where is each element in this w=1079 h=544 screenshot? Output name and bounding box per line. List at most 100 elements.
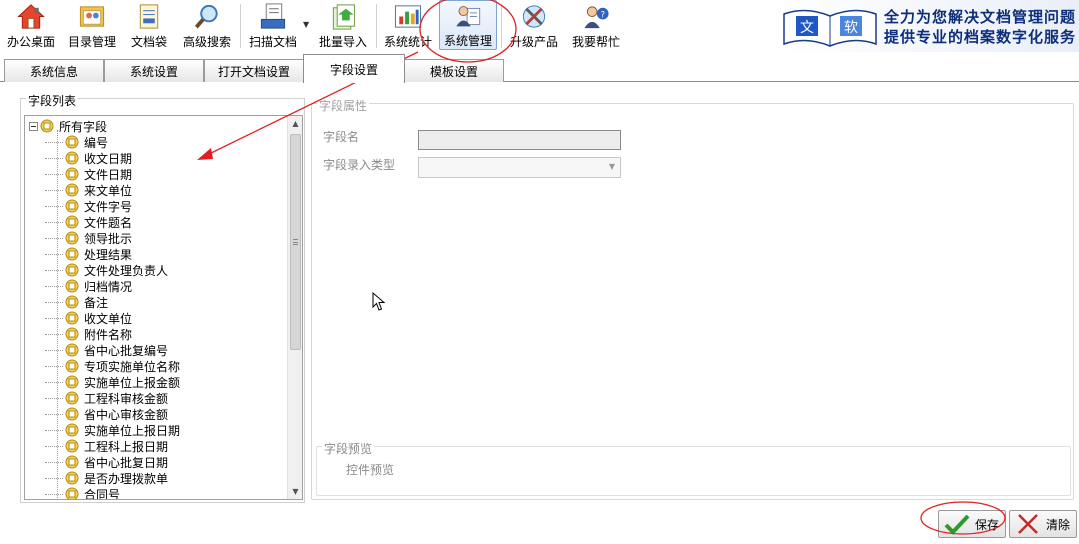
tree-item[interactable]: 省中心批复编号	[45, 342, 168, 358]
tree-item[interactable]: 专项实施单位名称	[45, 358, 180, 374]
tree-connector	[45, 205, 63, 207]
scrollbar-grip-icon	[293, 239, 298, 245]
field-tree[interactable]: 所有字段 编号 收文日期 文件日期 来文单位 文件字号 文件题名 领导批示 处理结果 文件处理负…	[24, 115, 303, 500]
settings-tab-bar: 系统信息 系统设置 打开文档设置 字段设置 模板设置	[0, 53, 1079, 83]
field-properties-group: 字段属性 字段名 字段录入类型 ▼ 字段预览 控件预览	[311, 97, 1074, 500]
tree-item[interactable]: 来文单位	[45, 182, 132, 198]
field-name-input[interactable]	[418, 130, 621, 150]
clear-button[interactable]: 清除	[1009, 510, 1077, 538]
tab-system-settings[interactable]: 系统设置	[104, 59, 204, 82]
tree-item[interactable]: 文件题名	[45, 214, 132, 230]
upgrade-tools-icon	[522, 5, 546, 28]
field-node-icon	[65, 135, 79, 149]
tree-item[interactable]: 文件字号	[45, 198, 132, 214]
tree-root-node[interactable]: 所有字段	[29, 118, 107, 134]
tree-item[interactable]: 实施单位上报日期	[45, 422, 180, 438]
toolbar-button-upgrade-product[interactable]: 升级产品	[505, 0, 563, 50]
field-node-icon	[65, 423, 79, 437]
chevron-down-icon: ▼	[608, 162, 615, 171]
tree-item[interactable]: 省中心审核金额	[45, 406, 168, 422]
field-node-icon	[65, 295, 79, 309]
toolbar-button-catalog[interactable]: 目录管理	[63, 0, 121, 50]
tree-item[interactable]: 编号	[45, 134, 108, 150]
tree-item[interactable]: 备注	[45, 294, 108, 310]
field-node-icon	[65, 375, 79, 389]
tree-item[interactable]: 收文日期	[45, 150, 132, 166]
tree-item[interactable]: 合同号	[45, 486, 120, 499]
tree-item-label: 编号	[84, 135, 109, 150]
tree-item[interactable]: 实施单位上报金额	[45, 374, 180, 390]
tree-connector	[45, 221, 63, 223]
toolbar-label: 系统管理	[443, 34, 492, 48]
tree-item[interactable]: 是否办理拨款单	[45, 470, 168, 486]
toolbar-button-system-statistics[interactable]: 系统统计	[381, 0, 435, 50]
toolbar-button-advanced-search[interactable]: 高级搜索	[178, 0, 236, 50]
toolbar-button-batch-import[interactable]: 批量导入	[314, 0, 372, 50]
field-name-label: 字段名	[323, 130, 360, 144]
toolbar-button-scan-document[interactable]: 扫描文档	[244, 0, 302, 50]
tree-item[interactable]: 领导批示	[45, 230, 132, 246]
tree-connector	[45, 173, 63, 175]
tree-connector	[45, 397, 63, 399]
field-node-icon	[65, 247, 79, 261]
tree-item[interactable]: 省中心批复日期	[45, 454, 168, 470]
promo-banner: 文 软 全力为您解决文档管理问题 提供专业的档案数字化服务	[780, 0, 1079, 52]
toolbar-label: 扫描文档	[248, 35, 297, 49]
help-user-icon: ?	[584, 6, 609, 29]
field-node-icon	[65, 231, 79, 245]
clear-button-label: 清除	[1046, 517, 1071, 532]
catalog-icon	[79, 6, 105, 27]
tree-root-label: 所有字段	[59, 119, 108, 134]
toolbar-button-help[interactable]: ? 我要帮忙	[567, 0, 625, 50]
tree-item[interactable]: 附件名称	[45, 326, 132, 342]
field-node-icon	[65, 263, 79, 277]
tree-item[interactable]: 文件处理负责人	[45, 262, 168, 278]
save-button-label: 保存	[975, 517, 1000, 532]
tree-item-label: 附件名称	[84, 327, 133, 342]
tree-item-label: 来文单位	[84, 183, 133, 198]
checkmark-icon	[944, 514, 970, 535]
scan-dropdown-arrow-icon[interactable]: ▼	[303, 20, 309, 29]
tree-connector	[45, 461, 63, 463]
toolbar-button-document-bag[interactable]: 文档袋	[124, 0, 174, 50]
tree-connector	[45, 301, 63, 303]
tree-item[interactable]: 处理结果	[45, 246, 132, 262]
toolbar-button-system-management[interactable]: 系统管理	[439, 0, 497, 50]
scroll-down-arrow-icon[interactable]: ▼	[288, 484, 302, 499]
save-button[interactable]: 保存	[938, 510, 1006, 538]
mouse-pointer-icon	[372, 292, 386, 311]
field-list-group: 字段列表 所有字段 编号 收文日期 文件日期 来文单位 文件字号 文件题名 领导批示 处理结果…	[20, 92, 305, 503]
tab-field-settings[interactable]: 字段设置	[303, 54, 405, 83]
collapse-icon[interactable]	[29, 121, 38, 131]
scrollbar-thumb[interactable]	[290, 134, 301, 350]
tree-item[interactable]: 工程科上报日期	[45, 438, 168, 454]
tree-connector	[45, 189, 63, 191]
tree-connector	[45, 269, 63, 271]
field-node-icon	[65, 167, 79, 181]
tree-connector	[45, 333, 63, 335]
tree-connector	[45, 365, 63, 367]
field-node-icon	[40, 119, 54, 133]
bar-chart-icon	[394, 5, 422, 28]
tree-item[interactable]: 归档情况	[45, 278, 132, 294]
tab-open-document-settings[interactable]: 打开文档设置	[204, 59, 304, 82]
open-book-logo-icon: 文 软	[783, 9, 877, 47]
tree-item-label: 专项实施单位名称	[84, 359, 181, 374]
toolbar-button-office-desk[interactable]: 办公桌面	[2, 0, 60, 50]
field-preview-group: 字段预览 控件预览	[316, 440, 1071, 496]
tree-item[interactable]: 工程科审核金额	[45, 390, 168, 406]
tab-template-settings[interactable]: 模板设置	[404, 59, 504, 82]
tree-connector	[45, 445, 63, 447]
input-type-select[interactable]: ▼	[418, 157, 621, 178]
input-type-label: 字段录入类型	[323, 158, 396, 172]
tree-item[interactable]: 文件日期	[45, 166, 132, 182]
tab-system-info[interactable]: 系统信息	[4, 59, 104, 82]
tree-connector	[45, 253, 63, 255]
field-node-icon	[65, 279, 79, 293]
tree-item[interactable]: 收文单位	[45, 310, 132, 326]
tree-scrollbar[interactable]: ▲ ▼	[287, 116, 302, 499]
toolbar-separator	[240, 4, 241, 48]
banner-slogan-line-1: 全力为您解决文档管理问题	[884, 8, 1077, 26]
scroll-up-arrow-icon[interactable]: ▲	[288, 116, 302, 131]
field-node-icon	[65, 343, 79, 357]
